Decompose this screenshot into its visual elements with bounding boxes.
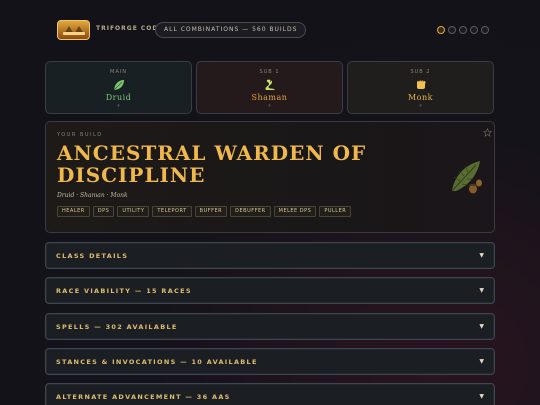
chevron-down-icon: ▾	[117, 103, 120, 109]
slot-class-name: Shaman	[251, 93, 288, 102]
slot-class-name: Druid	[105, 93, 132, 102]
sub-class-2-slot[interactable]: SUB 2 Monk ▾	[347, 61, 494, 114]
chevron-down-icon: ▼	[479, 393, 484, 400]
main-class-slot[interactable]: MAIN Druid ▾	[45, 61, 192, 114]
top-bar: TRIFORGE CODEX ALL COMBINATIONS — 560 BU…	[0, 0, 540, 60]
alternate-advancement-section[interactable]: ALTERNATE ADVANCEMENT — 36 AAS ▼	[45, 383, 495, 405]
role-tag: HEALER	[57, 206, 90, 217]
slot-class-name: Monk	[407, 93, 433, 102]
section-label: SPELLS — 302 AVAILABLE	[56, 323, 178, 331]
section-label: ALTERNATE ADVANCEMENT — 36 AAS	[56, 393, 231, 401]
chevron-down-icon: ▼	[479, 323, 484, 330]
build-title: Ancestral Warden of Discipline	[57, 141, 367, 187]
step-dot-4[interactable]	[470, 26, 478, 34]
role-tag: MELEE DPS	[273, 206, 317, 217]
oak-leaf-icon	[451, 161, 482, 194]
role-tags: HEALER DPS UTILITY TELEPORT BUFFER DEBUF…	[57, 206, 352, 217]
slot-kicker: SUB 1	[259, 69, 280, 75]
fist-icon	[414, 77, 428, 91]
role-tag: PULLER	[319, 206, 352, 217]
role-tag: BUFFER	[194, 206, 228, 217]
role-tag: DEBUFFER	[230, 206, 271, 217]
role-tag: TELEPORT	[152, 206, 192, 217]
build-card: YOUR BUILD Ancestral Warden of Disciplin…	[45, 121, 495, 233]
step-dot-2[interactable]	[448, 26, 456, 34]
role-tag: UTILITY	[117, 206, 150, 217]
step-dot-3[interactable]	[459, 26, 467, 34]
leaf-icon	[112, 77, 126, 91]
slot-kicker: MAIN	[110, 69, 127, 75]
role-tag: DPS	[92, 206, 115, 217]
slot-kicker: SUB 2	[410, 69, 431, 75]
chevron-down-icon: ▾	[419, 103, 422, 109]
section-label: STANCES & INVOCATIONS — 10 AVAILABLE	[56, 358, 258, 366]
spells-section[interactable]: SPELLS — 302 AVAILABLE ▼	[45, 313, 495, 340]
section-label: RACE VIABILITY — 15 RACES	[56, 287, 192, 295]
sub-class-1-slot[interactable]: SUB 1 Shaman ▾	[196, 61, 343, 114]
chevron-down-icon: ▼	[479, 252, 484, 259]
race-viability-section[interactable]: RACE VIABILITY — 15 RACES ▼	[45, 277, 495, 304]
chevron-down-icon: ▼	[479, 287, 484, 294]
chevron-down-icon: ▼	[479, 358, 484, 365]
class-details-section[interactable]: CLASS DETAILS ▼	[45, 242, 495, 269]
all-combinations-button[interactable]: ALL COMBINATIONS — 560 BUILDS	[155, 22, 307, 38]
class-combination: Druid · Shaman · Monk	[57, 192, 128, 199]
triforce-logo-icon[interactable]	[57, 20, 90, 40]
step-dot-5[interactable]	[481, 26, 489, 34]
step-dot-1[interactable]	[437, 26, 445, 34]
progress-dots	[437, 26, 489, 34]
star-icon[interactable]	[483, 128, 492, 137]
chevron-down-icon: ▾	[268, 103, 271, 109]
build-kicker: YOUR BUILD	[57, 132, 103, 138]
serpent-icon	[263, 77, 277, 91]
section-label: CLASS DETAILS	[56, 252, 129, 260]
stances-invocations-section[interactable]: STANCES & INVOCATIONS — 10 AVAILABLE ▼	[45, 348, 495, 375]
